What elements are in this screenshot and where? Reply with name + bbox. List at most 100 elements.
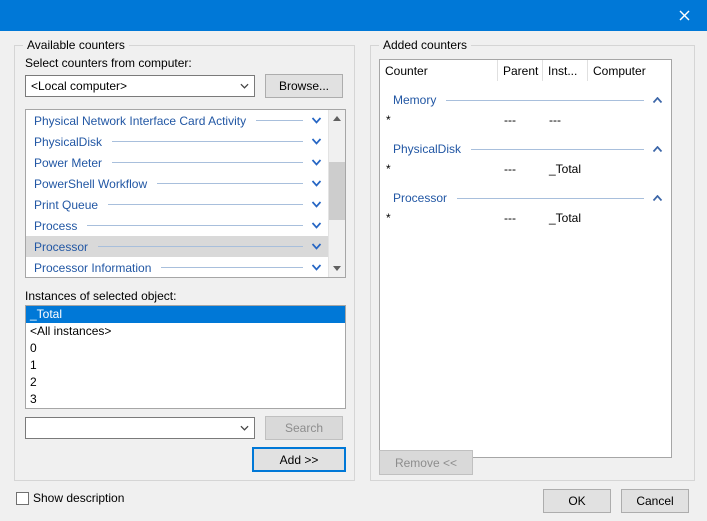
counter-group-name: Processor — [393, 191, 447, 205]
chevron-up-icon[interactable] — [652, 195, 663, 202]
chevron-down-icon[interactable] — [311, 243, 322, 250]
column-header-parent: Parent — [498, 60, 543, 81]
instance-item[interactable]: 0 — [26, 340, 345, 357]
column-header-instance: Inst... — [543, 60, 588, 81]
chevron-down-icon — [240, 425, 249, 431]
scroll-down-button[interactable] — [329, 260, 345, 277]
select-counters-label: Select counters from computer: — [25, 56, 192, 70]
counter-list-item-selected[interactable]: Processor — [26, 236, 328, 257]
scroll-up-button[interactable] — [329, 110, 345, 127]
counter-group-name: PhysicalDisk — [393, 142, 461, 156]
cell-counter: * — [380, 211, 498, 225]
counter-name: PowerShell Workflow — [34, 177, 147, 191]
instance-search-combobox[interactable] — [25, 417, 255, 439]
cancel-button[interactable]: Cancel — [621, 489, 689, 513]
divider — [471, 149, 644, 150]
search-button[interactable]: Search — [265, 416, 343, 440]
added-counters-group-label: Added counters — [379, 38, 471, 53]
column-header-counter: Counter — [380, 60, 498, 81]
divider — [457, 198, 644, 199]
browse-button-label: Browse... — [279, 79, 329, 93]
chevron-down-icon[interactable] — [311, 201, 322, 208]
close-button[interactable] — [661, 0, 707, 31]
cell-counter: * — [380, 113, 498, 127]
cell-instance: _Total — [543, 162, 588, 176]
instances-list: _Total <All instances> 0 1 2 3 — [25, 305, 346, 409]
counter-group-header[interactable]: Memory — [380, 90, 671, 110]
counter-group-name: Memory — [393, 93, 436, 107]
chevron-up-icon[interactable] — [652, 97, 663, 104]
divider — [87, 225, 303, 226]
computer-combobox-value: <Local computer> — [26, 79, 235, 93]
counter-name: Processor — [34, 240, 88, 254]
show-description-checkbox[interactable] — [16, 492, 29, 505]
divider — [446, 100, 644, 101]
instance-item-selected[interactable]: _Total — [26, 306, 345, 323]
divider — [157, 183, 303, 184]
chevron-up-icon[interactable] — [652, 146, 663, 153]
remove-button[interactable]: Remove << — [379, 450, 473, 475]
instance-item[interactable]: 1 — [26, 357, 345, 374]
instances-label: Instances of selected object: — [25, 289, 176, 303]
table-row[interactable]: * --- _Total — [380, 208, 671, 228]
counter-list-item[interactable]: Processor Information — [26, 257, 328, 278]
divider — [112, 162, 303, 163]
counter-list-item[interactable]: Process — [26, 215, 328, 236]
cell-parent: --- — [498, 162, 543, 176]
counter-name: Process — [34, 219, 77, 233]
counter-name: Processor Information — [34, 261, 151, 275]
cell-counter: * — [380, 162, 498, 176]
add-button[interactable]: Add >> — [252, 447, 346, 472]
chevron-down-icon[interactable] — [311, 159, 322, 166]
counter-list-item[interactable]: Physical Network Interface Card Activity — [26, 110, 328, 131]
browse-button[interactable]: Browse... — [265, 74, 343, 98]
counter-name: Print Queue — [34, 198, 98, 212]
counter-name: Power Meter — [34, 156, 102, 170]
column-header-computer: Computer — [588, 60, 671, 81]
cell-parent: --- — [498, 113, 543, 127]
counter-list-item[interactable]: Print Queue — [26, 194, 328, 215]
counters-list: Physical Network Interface Card Activity… — [25, 109, 346, 278]
combo-arrow[interactable] — [235, 76, 254, 96]
available-counters-group: Available counters Select counters from … — [14, 45, 355, 481]
instance-item[interactable]: <All instances> — [26, 323, 345, 340]
remove-button-label: Remove << — [395, 456, 457, 470]
close-icon — [679, 10, 690, 21]
table-header: Counter Parent Inst... Computer — [380, 60, 671, 81]
chevron-down-icon[interactable] — [311, 264, 322, 271]
scroll-up-icon — [333, 116, 341, 121]
chevron-down-icon[interactable] — [311, 138, 322, 145]
chevron-down-icon[interactable] — [311, 180, 322, 187]
table-row[interactable]: * --- _Total — [380, 159, 671, 179]
counter-list-item[interactable]: PowerShell Workflow — [26, 173, 328, 194]
counter-name: PhysicalDisk — [34, 135, 102, 149]
add-counters-dialog: { "titlebar": { "title": "" }, "availabl… — [0, 0, 707, 521]
instance-item[interactable]: 3 — [26, 391, 345, 408]
chevron-down-icon[interactable] — [311, 117, 322, 124]
counter-group-header[interactable]: Processor — [380, 188, 671, 208]
divider — [112, 141, 303, 142]
computer-combobox[interactable]: <Local computer> — [25, 75, 255, 97]
scroll-down-icon — [333, 266, 341, 271]
cell-parent: --- — [498, 211, 543, 225]
instance-item[interactable]: 2 — [26, 374, 345, 391]
ok-button-label: OK — [568, 494, 585, 508]
added-counters-table: Counter Parent Inst... Computer Memory *… — [379, 59, 672, 458]
counter-group-header[interactable]: PhysicalDisk — [380, 139, 671, 159]
divider — [98, 246, 303, 247]
scrollbar-thumb[interactable] — [329, 162, 345, 220]
available-counters-group-label: Available counters — [23, 38, 129, 53]
counters-scrollbar[interactable] — [328, 110, 345, 277]
show-description-label: Show description — [33, 491, 124, 505]
counters-list-items: Physical Network Interface Card Activity… — [26, 110, 328, 277]
chevron-down-icon[interactable] — [311, 222, 322, 229]
table-row[interactable]: * --- --- — [380, 110, 671, 130]
counter-list-item[interactable]: PhysicalDisk — [26, 131, 328, 152]
add-button-label: Add >> — [280, 453, 319, 467]
cancel-button-label: Cancel — [636, 494, 673, 508]
counter-list-item[interactable]: Power Meter — [26, 152, 328, 173]
combo-arrow[interactable] — [235, 418, 254, 438]
chevron-down-icon — [240, 83, 249, 89]
cell-instance: --- — [543, 113, 588, 127]
ok-button[interactable]: OK — [543, 489, 611, 513]
